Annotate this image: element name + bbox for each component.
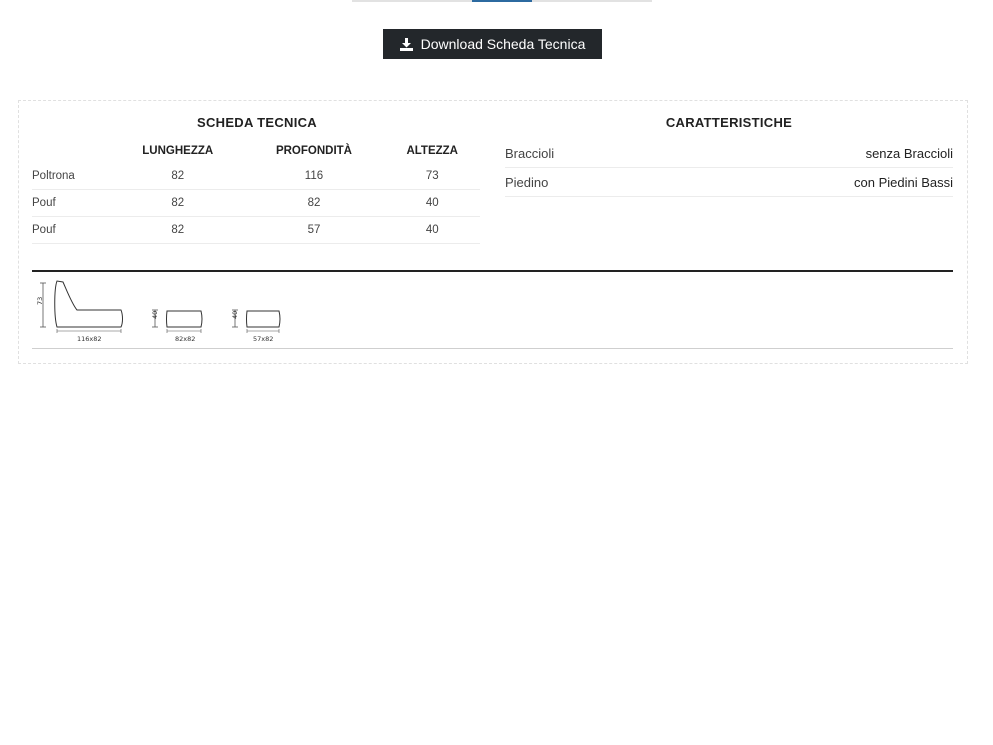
features-list: Braccioli senza Braccioli Piedino con Pi… xyxy=(505,139,953,197)
features-title: CARATTERISTICHE xyxy=(665,115,793,130)
feature-value: con Piedini Bassi xyxy=(854,174,953,190)
armchair-drawing: 73 116x82 xyxy=(36,279,127,345)
product-spec-panel: SCHEDA TECNICA CARATTERISTICHE LUNGHEZZA… xyxy=(18,100,968,364)
table-row: Pouf 82 57 40 xyxy=(32,216,480,244)
table-row: Pouf 82 82 40 xyxy=(32,189,480,217)
row-name: Pouf xyxy=(32,216,112,244)
feature-label: Braccioli xyxy=(505,145,555,161)
row-depth: 57 xyxy=(243,216,385,244)
row-name: Pouf xyxy=(32,189,112,217)
row-length: 82 xyxy=(112,163,244,190)
row-length: 82 xyxy=(112,189,244,217)
feature-row: Piedino con Piedini Bassi xyxy=(505,168,953,197)
row-name: Poltrona xyxy=(32,163,112,190)
section-divider xyxy=(32,270,953,272)
feature-row: Braccioli senza Braccioli xyxy=(505,139,953,168)
row-height: 40 xyxy=(384,216,480,244)
height-label: 40 xyxy=(151,311,159,319)
size-label: 57x82 xyxy=(253,335,273,343)
feature-value: senza Braccioli xyxy=(865,145,953,161)
feature-label: Piedino xyxy=(505,174,549,190)
column-header-height: ALTEZZA xyxy=(406,145,458,157)
row-depth: 82 xyxy=(243,189,385,217)
pouf-small-drawing: 40 57x82 xyxy=(229,279,289,345)
row-length: 82 xyxy=(112,216,244,244)
height-label: 40 xyxy=(231,311,239,319)
pouf-large-drawing: 40 82x82 xyxy=(149,279,209,345)
spec-sheet-title: SCHEDA TECNICA xyxy=(196,115,317,130)
section-divider-bottom xyxy=(32,348,953,349)
row-height: 40 xyxy=(384,189,480,217)
height-label: 73 xyxy=(36,297,44,305)
top-tab-active-indicator xyxy=(472,0,532,2)
column-header-length: LUNGHEZZA xyxy=(142,145,214,157)
column-header-name xyxy=(32,139,112,163)
table-row: Poltrona 82 116 73 xyxy=(32,163,480,190)
size-label: 82x82 xyxy=(175,335,195,343)
size-label: 116x82 xyxy=(77,335,102,343)
download-button-label: Download Scheda Tecnica xyxy=(420,36,586,52)
spec-table: LUNGHEZZA PROFONDITÀ ALTEZZA Poltrona 82… xyxy=(32,139,480,244)
row-depth: 116 xyxy=(243,163,385,190)
download-icon xyxy=(399,37,413,51)
spec-table-header: LUNGHEZZA PROFONDITÀ ALTEZZA xyxy=(32,139,480,163)
top-tab-bar xyxy=(352,0,652,2)
row-height: 73 xyxy=(384,163,480,190)
download-scheda-tecnica-button[interactable]: Download Scheda Tecnica xyxy=(383,29,602,59)
column-header-depth: PROFONDITÀ xyxy=(275,145,352,157)
